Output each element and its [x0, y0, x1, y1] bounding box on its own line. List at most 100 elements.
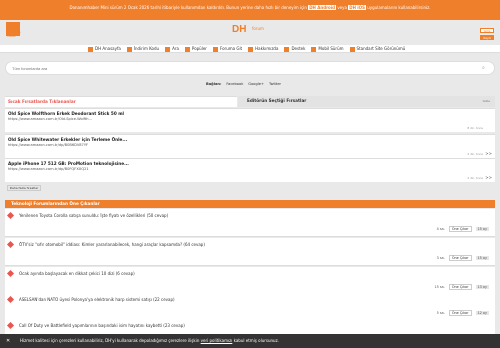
social-links: Bağlan: Facebook Google+ Twitter [206, 82, 281, 86]
info-icon [248, 46, 254, 52]
brand-forum: forum [252, 26, 264, 31]
topic-meta: 15 sa. Öne Çıkar 13 oy [435, 284, 489, 290]
mobile-icon [311, 46, 317, 52]
auth-buttons: Giriş Kayıt [480, 28, 494, 42]
deal-title: Old Spice Wolfthorn Erkek Deodorant Stic… [8, 111, 124, 116]
more-deals-button[interactable]: Daha fazla fırsatlar [7, 185, 41, 191]
deal-url: https://www.amazon.com.tr/dp/B0B6DV87YF [8, 143, 89, 147]
brand-logo[interactable]: DH forum [232, 24, 272, 40]
topic-title[interactable]: ASELSAN'dan NATO üyesi Polonya'ya elektr… [19, 297, 175, 302]
vote-count: 15 oy [475, 256, 489, 260]
topic-row[interactable]: ÖTV'siz "sıfır otomobil" iddiası: Kimler… [5, 238, 495, 266]
deal-url: https://www.amazon.com.tr/Old-Spice-Wolf… [8, 117, 92, 121]
topic-icon [6, 295, 15, 304]
search-icon [165, 46, 171, 52]
deal-item[interactable]: Apple iPhone 17 512 GB: ProMotion teknol… [5, 158, 495, 182]
deal-time: 2 dk. önce [467, 152, 483, 156]
facebook-link[interactable]: Facebook [226, 82, 243, 86]
tab-editor-picks[interactable]: Editörün Seçtiği Fırsatlar Gizle [238, 96, 495, 107]
nav-item-standard[interactable]: Standart Site Görünümü [349, 46, 405, 52]
fire-icon [184, 46, 190, 52]
search-bar: ⌕ [5, 61, 495, 75]
chevron-right-icon[interactable]: >> [485, 175, 492, 180]
deal-item[interactable]: Old Spice Wolfthorn Erkek Deodorant Stic… [5, 108, 495, 132]
vote-count: 12 oy [475, 311, 489, 315]
topic-title[interactable]: ÖTV'siz "sıfır otomobil" iddiası: Kimler… [19, 242, 205, 247]
topic-row[interactable]: Ocak ayında başlayacak en dikkat çekici … [5, 267, 495, 295]
cookie-suffix: kabul etmiş olursunuz. [233, 338, 279, 343]
promote-button[interactable]: Öne Çıkar [448, 255, 472, 261]
nav-item-popular[interactable]: Popüler [184, 46, 207, 52]
twitter-link[interactable]: Twitter [269, 82, 281, 86]
nav-item-discount[interactable]: İndirim Kodu [126, 46, 159, 52]
nav-bar: DH Anasayfa İndirim Kodu Ara Popüler For… [0, 45, 500, 53]
vote-count: 15 oy [475, 227, 489, 231]
nav-item-forum[interactable]: Foruma Git [212, 46, 242, 52]
cookie-banner: ✕ Hizmet kalitesi için çerezleri kullana… [0, 334, 500, 348]
section-header: Teknoloji Forumlarından Öne Çıkanlar [5, 200, 495, 208]
home-icon [88, 46, 93, 52]
tab-hot-deals[interactable]: Sıcak Fırsatlarda Tıklananlar [5, 96, 237, 107]
search-icon[interactable]: ⌕ [482, 65, 488, 71]
topic-row[interactable]: ASELSAN'dan NATO üyesi Polonya'ya elektr… [5, 293, 495, 321]
nav-item-search[interactable]: Ara [165, 46, 179, 52]
site-logo[interactable]: Donanım Haber [6, 22, 21, 38]
close-icon[interactable]: ✕ [6, 338, 10, 344]
topic-title[interactable]: Yenilenen Toyota Corolla satışa sunuldu:… [19, 213, 168, 218]
tab-editor-picks-label: Editörün Seçtiği Fırsatlar [247, 98, 307, 103]
notice-text: Donanımhaber Mini sürüm 2 Ocak 2026 tari… [30, 5, 470, 11]
support-icon [284, 46, 290, 52]
topic-icon [6, 269, 15, 278]
desktop-icon [349, 46, 355, 52]
topic-icon [6, 240, 15, 249]
vote-count: 13 oy [475, 285, 489, 289]
nav-item-mobile[interactable]: Mobil Sürüm [311, 46, 344, 52]
search-input[interactable] [12, 65, 472, 72]
google-link[interactable]: Google+ [248, 82, 264, 86]
topic-meta: 5 sa. Öne Çıkar 12 oy [437, 310, 489, 316]
hide-link[interactable]: Gizle [483, 99, 490, 103]
deal-item[interactable]: Old Spice Whitewater Erkekler için Terle… [5, 134, 495, 158]
nav-item-home[interactable]: DH Anasayfa [88, 46, 121, 52]
cookie-prefix: Hizmet kalitesi için çerezleri kullanabi… [20, 338, 200, 343]
promote-button[interactable]: Öne Çıkar [448, 226, 472, 232]
chevron-right-icon[interactable]: >> [485, 151, 492, 156]
nav-item-support[interactable]: Destek [284, 46, 305, 52]
cookie-policy-link[interactable]: veri politikamızı [201, 338, 233, 343]
register-button[interactable]: Kayıt [480, 35, 494, 40]
login-button[interactable]: Giriş [480, 28, 494, 33]
forum-icon [212, 46, 218, 52]
topic-title[interactable]: Call Of Duty ve Battlefield yapımlarının… [19, 323, 185, 328]
deal-title: Old Spice Whitewater Erkekler için Terle… [8, 137, 128, 142]
topic-time: 5 sa. [436, 311, 445, 315]
deal-title: Apple iPhone 17 512 GB: ProMotion teknol… [8, 161, 129, 166]
notice-prefix: Donanımhaber Mini sürüm 2 Ocak 2026 tari… [69, 5, 307, 10]
notice-bar: Donanımhaber Mini sürüm 2 Ocak 2026 tari… [0, 0, 500, 20]
deal-time: 8 dk. önce [467, 126, 483, 130]
nav-item-about[interactable]: Hakkımızda [248, 46, 278, 52]
promote-button[interactable]: Öne Çıkar [448, 310, 472, 316]
brand-dh: DH [232, 24, 247, 35]
android-link[interactable]: DH Android [308, 5, 337, 10]
tag-icon [126, 46, 132, 52]
ios-link[interactable]: DH iOS [348, 5, 366, 10]
topic-row[interactable]: Yenilenen Toyota Corolla satışa sunuldu:… [5, 209, 495, 237]
tab-hot-deals-label: Sıcak Fırsatlarda Tıklananlar [8, 99, 76, 104]
promote-button[interactable]: Öne Çıkar [448, 284, 472, 290]
topic-time: 15 sa. [434, 285, 445, 289]
topic-title[interactable]: Ocak ayında başlayacak en dikkat çekici … [19, 271, 135, 276]
deal-url: https://www.amazon.com.tr/dp/B0FQFXXQ21 [8, 167, 89, 171]
topic-icon [6, 321, 15, 330]
topic-time: 4 sa. [436, 227, 445, 231]
social-label: Bağlan: [206, 82, 222, 86]
topic-icon [6, 211, 15, 220]
logo-caption: Donanım Haber [7, 30, 21, 38]
nav-list: DH Anasayfa İndirim Kodu Ara Popüler For… [88, 46, 405, 52]
cookie-text: Hizmet kalitesi için çerezleri kullanabi… [20, 338, 279, 343]
section-title: Teknoloji Forumlarından Öne Çıkanlar [11, 201, 100, 206]
deal-time: 2 dk. önce [467, 176, 483, 180]
topic-meta: 4 sa. Öne Çıkar 15 oy [437, 226, 489, 232]
topic-time: 3 sa. [436, 256, 445, 260]
topic-meta: 3 sa. Öne Çıkar 15 oy [437, 255, 489, 261]
notice-suffix: uygulamalarını kullanabilirsiniz. [367, 5, 431, 10]
